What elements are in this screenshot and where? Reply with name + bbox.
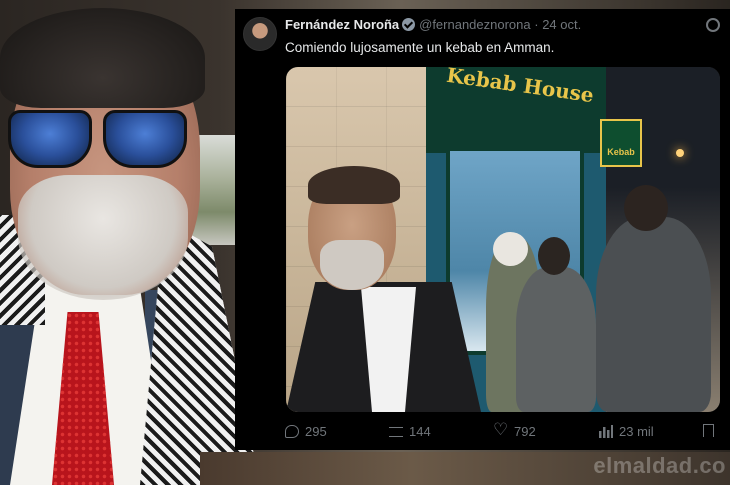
like-button[interactable]: 792 — [493, 420, 536, 440]
reply-button[interactable]: 295 — [285, 424, 327, 439]
reply-icon — [285, 425, 299, 438]
retweet-icon — [389, 426, 403, 437]
like-count: 792 — [514, 424, 536, 439]
man-beard — [18, 175, 188, 300]
like-icon — [493, 420, 508, 440]
tweet-media-photo[interactable]: Kebab House Kebab — [286, 67, 720, 412]
views-button[interactable]: 23 mil — [599, 424, 654, 439]
avatar[interactable] — [243, 17, 277, 51]
tweet-header: Fernández Noroña @fernandeznorona · 24 oc… — [285, 17, 581, 32]
streetlight — [676, 149, 684, 157]
man-hair — [0, 8, 205, 108]
repost-button[interactable]: 144 — [389, 424, 431, 439]
person-man-tshirt — [596, 217, 711, 412]
selfie-beard — [320, 240, 384, 290]
views-count: 23 mil — [619, 424, 654, 439]
repost-icon[interactable] — [706, 18, 720, 32]
bookmark-icon — [703, 424, 714, 437]
verified-icon — [402, 18, 416, 31]
sunglasses — [8, 108, 187, 168]
bookmark-button[interactable] — [703, 424, 714, 437]
author-name[interactable]: Fernández Noroña — [285, 17, 399, 32]
person-man-tshirt-head — [624, 185, 668, 231]
person-boy — [516, 267, 596, 412]
tweet-text: Comiendo lujosamente un kebab en Amman. — [285, 40, 555, 55]
selfie-man — [286, 162, 486, 412]
repost-count: 144 — [409, 424, 431, 439]
author-handle[interactable]: @fernandeznorona — [419, 17, 531, 32]
tweet-card: Fernández Noroña @fernandeznorona · 24 oc… — [235, 9, 730, 450]
person-woman-hijab-head — [493, 232, 528, 266]
views-icon — [599, 425, 613, 438]
tweet-date[interactable]: 24 oct. — [542, 17, 581, 32]
separator-dot: · — [530, 17, 543, 32]
selfie-hair — [308, 166, 400, 204]
side-kebab-sign: Kebab — [600, 119, 642, 167]
action-bar: 295 144 792 23 mil — [285, 420, 720, 444]
reply-count: 295 — [305, 424, 327, 439]
watermark: elmaldad.co — [593, 453, 726, 478]
person-boy-head — [538, 237, 570, 275]
